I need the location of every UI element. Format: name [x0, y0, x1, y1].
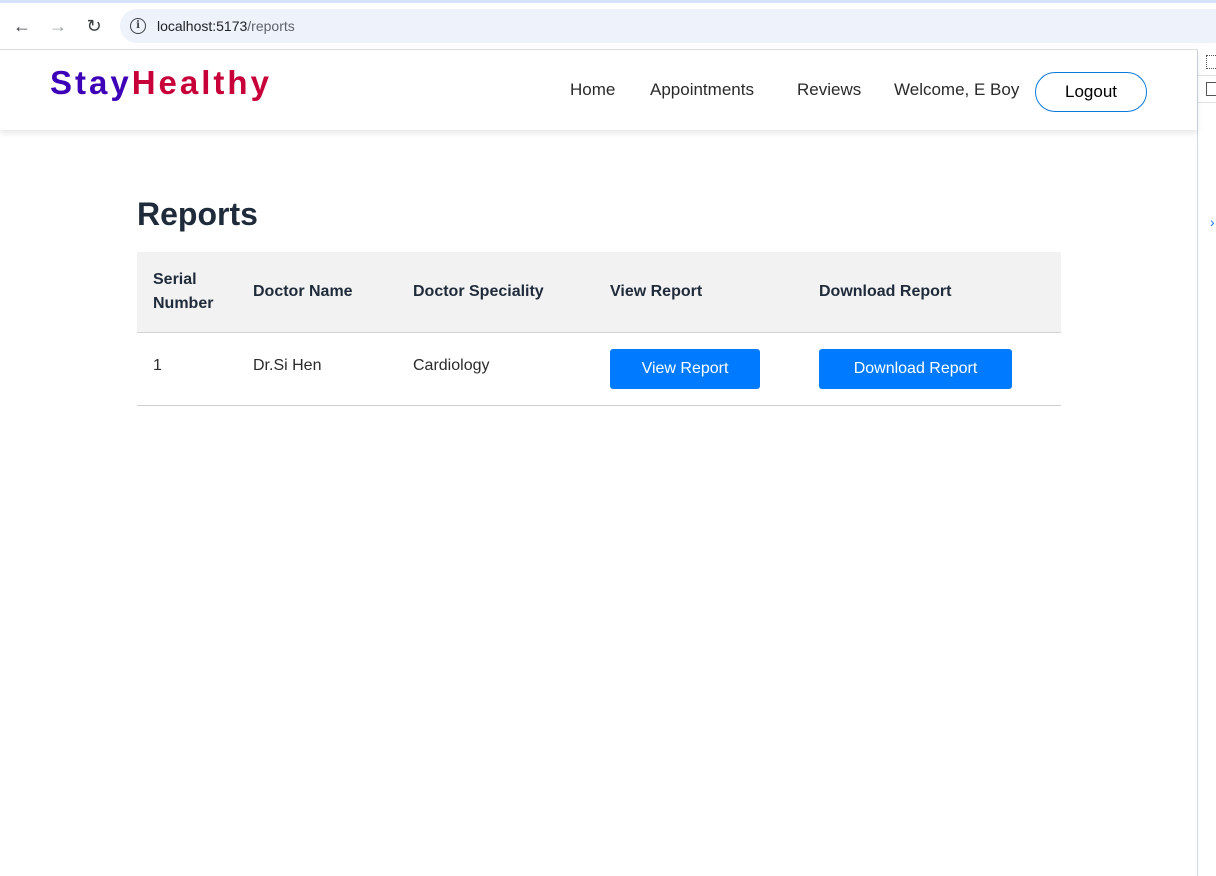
welcome-user-text: Welcome, E Boy: [894, 80, 1020, 99]
url-text[interactable]: localhost:5173/reports: [157, 18, 295, 34]
logo-healthy: Healthy: [131, 64, 272, 101]
header-view-report: View Report: [610, 283, 703, 300]
devtools-divider: [1198, 75, 1216, 76]
nav-reviews-link[interactable]: Reviews: [797, 80, 861, 100]
devtools-divider: [1198, 102, 1216, 103]
logout-button[interactable]: Logout: [1035, 72, 1147, 112]
back-arrow-icon[interactable]: ←: [10, 14, 34, 38]
url-path: /reports: [247, 18, 295, 34]
header-serial-number: Serial Number: [153, 271, 214, 312]
header-doctor-name: Doctor Name: [253, 283, 353, 300]
nav-home-link[interactable]: Home: [570, 80, 615, 100]
download-report-button[interactable]: Download Report: [819, 349, 1012, 389]
forward-arrow-icon[interactable]: →: [46, 14, 70, 38]
cell-speciality: Cardiology: [413, 357, 490, 374]
stayhealthy-logo[interactable]: StayHealthy: [50, 64, 272, 102]
table-row: 1 Dr.Si Hen Cardiology View Report Downl…: [137, 333, 1061, 406]
url-host: localhost:5173: [157, 18, 248, 34]
header-doctor-speciality: Doctor Speciality: [413, 283, 544, 300]
address-bar[interactable]: i localhost:5173/reports: [120, 9, 1216, 43]
reload-icon[interactable]: ↻: [82, 14, 106, 38]
browser-toolbar: ← → ↻ i localhost:5173/reports: [0, 3, 1216, 50]
table-header: Serial Number Doctor Name Doctor Special…: [137, 252, 1061, 333]
cell-doctor-name: Dr.Si Hen: [253, 357, 322, 374]
logo-stay: Stay: [50, 64, 132, 101]
header-download-report: Download Report: [819, 283, 952, 300]
cell-serial: 1: [153, 357, 162, 374]
inspect-icon[interactable]: [1206, 55, 1216, 69]
nav-appointments-link[interactable]: Appointments: [650, 80, 754, 100]
info-icon[interactable]: i: [130, 18, 146, 34]
page-title: Reports: [137, 196, 258, 232]
app-navbar: StayHealthy Home Appointments Reviews We…: [0, 50, 1197, 130]
devtools-panel-edge: ›: [1197, 49, 1216, 876]
chevron-right-icon[interactable]: ›: [1210, 214, 1215, 230]
device-toggle-icon[interactable]: [1206, 82, 1216, 96]
view-report-button[interactable]: View Report: [610, 349, 760, 389]
